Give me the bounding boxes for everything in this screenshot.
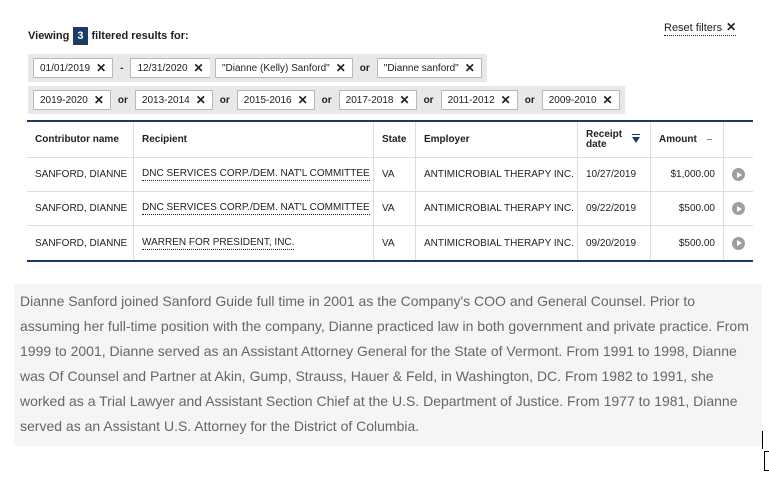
remove-tag-icon[interactable]: ✕ bbox=[603, 93, 613, 107]
cycle-label: 2013-2014 bbox=[141, 94, 190, 106]
col-header-employer[interactable]: Employer bbox=[416, 122, 578, 157]
or-separator: or bbox=[423, 94, 434, 106]
col-header-state[interactable]: State bbox=[374, 122, 416, 157]
recipient-link[interactable]: DNC SERVICES CORP./DEM. NAT'L COMMITTEE bbox=[142, 202, 370, 215]
amount-cell: $1,000.00 bbox=[651, 158, 724, 191]
name-tag-1[interactable]: "Dianne (Kelly) Sanford" ✕ bbox=[215, 58, 353, 78]
recipient-cell: DNC SERVICES CORP./DEM. NAT'L COMMITTEE bbox=[134, 192, 374, 225]
cycle-tag[interactable]: 2013-2014 ✕ bbox=[134, 90, 213, 110]
text-cursor bbox=[762, 431, 763, 449]
selection-bracket bbox=[764, 451, 769, 471]
date-to-tag[interactable]: 12/31/2020 ✕ bbox=[130, 58, 211, 78]
name-tag-1-label: "Dianne (Kelly) Sanford" bbox=[222, 62, 330, 74]
action-cell bbox=[724, 192, 753, 225]
close-icon: ✕ bbox=[726, 20, 737, 34]
state-cell: VA bbox=[374, 226, 416, 260]
play-icon[interactable] bbox=[732, 202, 745, 215]
cycle-label: 2009-2010 bbox=[548, 94, 597, 106]
remove-tag-icon[interactable]: ✕ bbox=[96, 61, 106, 75]
contributor-cell: SANFORD, DIANNE bbox=[27, 158, 134, 191]
date-separator: - bbox=[120, 62, 124, 74]
date-from-tag[interactable]: 01/01/2019 ✕ bbox=[33, 58, 114, 78]
receipt-line-1: Receipt bbox=[586, 128, 623, 140]
collapse-icon[interactable]: – bbox=[707, 134, 713, 145]
results-count-badge: 3 bbox=[73, 27, 88, 45]
or-separator: or bbox=[117, 94, 128, 106]
filter-results-panel: Reset filters ✕ Viewing 3 filtered result… bbox=[0, 0, 769, 268]
remove-tag-icon[interactable]: ✕ bbox=[400, 93, 410, 107]
action-cell bbox=[724, 226, 753, 260]
viewing-suffix: filtered results for: bbox=[91, 30, 189, 42]
col-header-contributor[interactable]: Contributor name bbox=[27, 122, 134, 157]
date-cell: 09/22/2019 bbox=[578, 192, 651, 225]
table-header-row: Contributor name Recipient State Employe… bbox=[27, 122, 753, 158]
cycle-label: 2019-2020 bbox=[40, 94, 88, 106]
state-cell: VA bbox=[374, 158, 416, 191]
cycle-tag[interactable]: 2017-2018 ✕ bbox=[338, 90, 417, 110]
cycle-filter-group: 2019-2020 ✕ or 2013-2014 ✕ or 2015-2016 ✕ o… bbox=[28, 86, 625, 114]
amount-label: Amount bbox=[659, 134, 697, 145]
or-separator: or bbox=[321, 94, 332, 106]
cycle-tag[interactable]: 2015-2016 ✕ bbox=[236, 90, 315, 110]
amount-cell: $500.00 bbox=[651, 226, 724, 260]
results-table: Contributor name Recipient State Employe… bbox=[27, 120, 753, 262]
receipt-line-2: date bbox=[586, 138, 607, 150]
amount-cell: $500.00 bbox=[651, 192, 724, 225]
name-filter-group: "Dianne (Kelly) Sanford" ✕ or "Dianne san… bbox=[210, 54, 487, 82]
date-cell: 09/20/2019 bbox=[578, 226, 651, 260]
remove-tag-icon[interactable]: ✕ bbox=[501, 93, 511, 107]
date-filter-group: 01/01/2019 ✕ - 12/31/2020 ✕ bbox=[28, 54, 216, 82]
table-row: SANFORD, DIANNE DNC SERVICES CORP./DEM. … bbox=[27, 192, 753, 226]
table-row: SANFORD, DIANNE DNC SERVICES CORP./DEM. … bbox=[27, 158, 753, 192]
employer-cell: ANTIMICROBIAL THERAPY INC. bbox=[416, 158, 578, 191]
remove-tag-icon[interactable]: ✕ bbox=[194, 61, 204, 75]
date-to-label: 12/31/2020 bbox=[137, 62, 188, 74]
date-cell: 10/27/2019 bbox=[578, 158, 651, 191]
contributor-cell: SANFORD, DIANNE bbox=[27, 192, 134, 225]
cycle-label: 2017-2018 bbox=[345, 94, 394, 106]
col-header-action bbox=[724, 122, 753, 157]
employer-cell: ANTIMICROBIAL THERAPY INC. bbox=[416, 226, 578, 260]
or-separator: or bbox=[359, 62, 370, 74]
employer-cell: ANTIMICROBIAL THERAPY INC. bbox=[416, 192, 578, 225]
or-separator: or bbox=[524, 94, 535, 106]
remove-tag-icon[interactable]: ✕ bbox=[196, 93, 206, 107]
remove-tag-icon[interactable]: ✕ bbox=[298, 93, 308, 107]
state-cell: VA bbox=[374, 192, 416, 225]
remove-tag-icon[interactable]: ✕ bbox=[94, 93, 104, 107]
results-summary: Viewing 3 filtered results for: bbox=[28, 27, 189, 45]
col-header-recipient[interactable]: Recipient bbox=[134, 122, 374, 157]
col-header-amount[interactable]: Amount – bbox=[651, 122, 724, 157]
viewing-prefix: Viewing bbox=[28, 30, 70, 42]
remove-tag-icon[interactable]: ✕ bbox=[465, 61, 475, 75]
date-from-label: 01/01/2019 bbox=[40, 62, 91, 74]
recipient-cell: DNC SERVICES CORP./DEM. NAT'L COMMITTEE bbox=[134, 158, 374, 191]
recipient-link[interactable]: DNC SERVICES CORP./DEM. NAT'L COMMITTEE bbox=[142, 168, 370, 181]
receipt-date-label: Receipt date bbox=[586, 128, 623, 150]
cycle-label: 2015-2016 bbox=[243, 94, 292, 106]
reset-filters-button[interactable]: Reset filters ✕ bbox=[664, 20, 737, 36]
or-separator: or bbox=[219, 94, 230, 106]
contributor-cell: SANFORD, DIANNE bbox=[27, 226, 134, 260]
bio-paragraph: Dianne Sanford joined Sanford Guide full… bbox=[14, 284, 762, 446]
cycle-label: 2011-2012 bbox=[447, 94, 495, 106]
remove-tag-icon[interactable]: ✕ bbox=[336, 61, 346, 75]
recipient-cell: WARREN FOR PRESIDENT, INC. bbox=[134, 226, 374, 260]
name-tag-2[interactable]: "Dianne sanford" ✕ bbox=[376, 58, 482, 78]
play-icon[interactable] bbox=[732, 236, 745, 250]
table-row: SANFORD, DIANNE WARREN FOR PRESIDENT, IN… bbox=[27, 226, 753, 260]
action-cell bbox=[724, 158, 753, 191]
sort-descending-icon[interactable] bbox=[632, 133, 641, 143]
name-tag-2-label: "Dianne sanford" bbox=[383, 62, 459, 74]
cycle-tag[interactable]: 2019-2020 ✕ bbox=[33, 90, 111, 110]
cycle-tag[interactable]: 2009-2010 ✕ bbox=[541, 90, 620, 110]
play-icon[interactable] bbox=[732, 168, 745, 181]
col-header-receipt-date[interactable]: Receipt date bbox=[578, 122, 651, 157]
cycle-tag[interactable]: 2011-2012 ✕ bbox=[440, 90, 518, 110]
reset-filters-label: Reset filters bbox=[664, 22, 723, 34]
recipient-link[interactable]: WARREN FOR PRESIDENT, INC. bbox=[142, 237, 295, 250]
